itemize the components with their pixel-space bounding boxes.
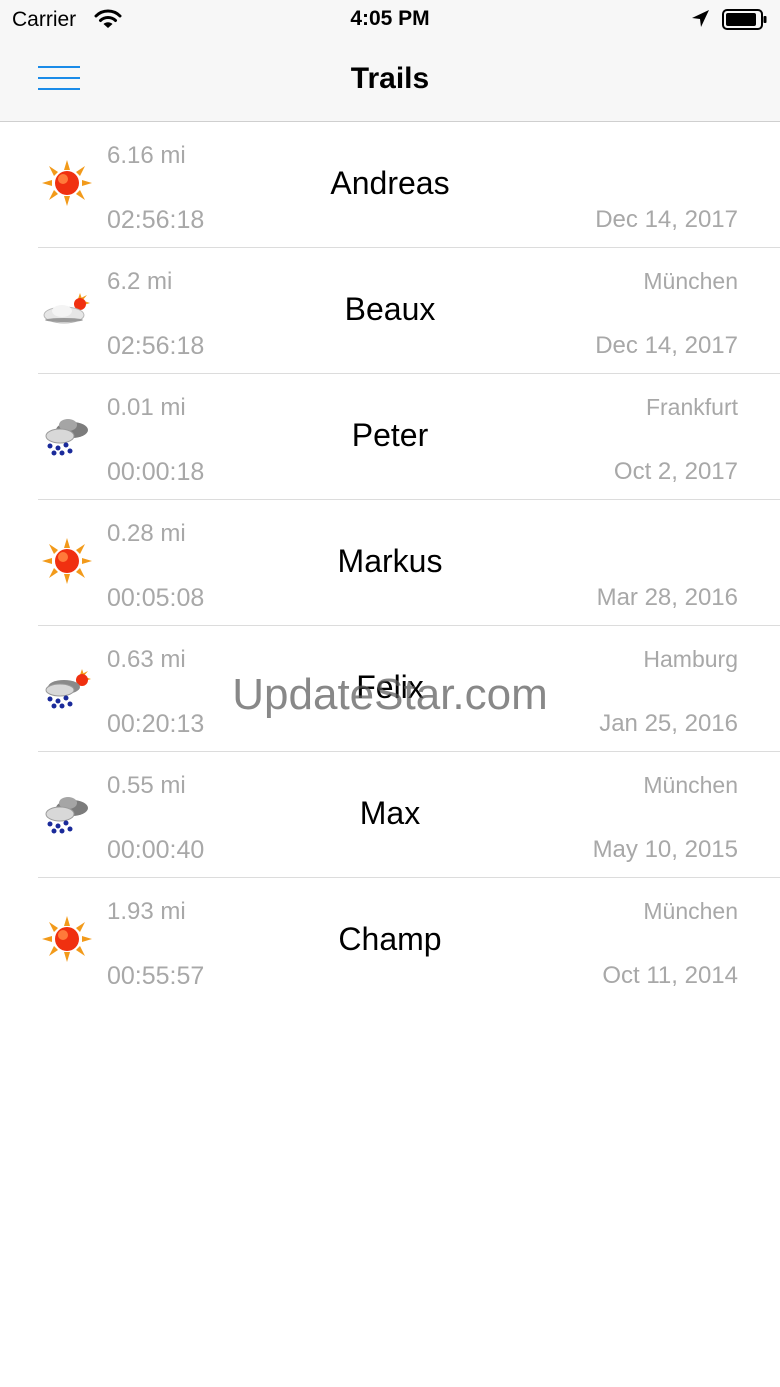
status-bar: Carrier 4:05 PM <box>0 0 780 40</box>
trail-date: Mar 28, 2016 <box>596 584 738 611</box>
trail-duration: 00:00:40 <box>107 836 205 864</box>
trail-city: München <box>643 772 738 798</box>
trail-city: München <box>643 268 738 294</box>
table-row[interactable]: 0.28 mi Markus 00:05:08 Mar 28, 2016 <box>0 500 780 626</box>
trail-name: Markus <box>337 543 443 579</box>
table-row[interactable]: 0.55 mi Max München 00:00:40 May 10, 201… <box>0 752 780 878</box>
table-row[interactable]: 6.16 mi Andreas 02:56:18 Dec 14, 2017 <box>0 122 780 248</box>
trail-date: Jan 25, 2016 <box>599 710 738 737</box>
location-arrow-icon <box>692 10 709 27</box>
trail-distance: 0.01 mi <box>107 394 186 421</box>
trail-city: Hamburg <box>643 646 738 672</box>
cloudy-sun-icon <box>43 293 90 324</box>
trail-duration: 02:56:18 <box>107 332 205 360</box>
trail-name: Max <box>359 795 421 831</box>
table-row[interactable]: 1.93 mi Champ München 00:55:57 Oct 11, 2… <box>0 878 780 1004</box>
trail-distance: 0.28 mi <box>107 520 186 547</box>
trail-duration: 00:05:08 <box>107 584 205 612</box>
status-time: 4:05 PM <box>350 7 430 30</box>
trail-name: Andreas <box>330 165 450 201</box>
sun-icon <box>42 160 92 206</box>
trail-distance: 0.63 mi <box>107 646 186 673</box>
trail-date: Oct 2, 2017 <box>613 458 738 485</box>
trail-name: Peter <box>351 417 429 453</box>
trail-distance: 6.2 mi <box>107 268 173 295</box>
navigation-bar: Trails <box>0 40 780 122</box>
trail-name: Beaux <box>344 291 436 327</box>
table-row[interactable]: 0.63 mi Felix Hamburg 00:20:13 Jan 25, 2… <box>0 626 780 752</box>
table-row[interactable]: 6.2 mi Beaux München 02:56:18 Dec 14, 20… <box>0 248 780 374</box>
trail-name: Champ <box>338 921 442 957</box>
page-title: Trails <box>350 62 430 95</box>
trail-duration: 02:56:18 <box>107 206 205 234</box>
trail-city: München <box>643 898 738 924</box>
sun-icon <box>42 916 92 962</box>
trail-duration: 00:00:18 <box>107 458 205 486</box>
trail-distance: 6.16 mi <box>107 142 186 169</box>
trail-city: Frankfurt <box>645 394 738 420</box>
trail-duration: 00:55:57 <box>107 962 205 990</box>
table-row[interactable]: 0.01 mi Peter Frankfurt 00:00:18 Oct 2, … <box>0 374 780 500</box>
battery-icon <box>722 9 767 30</box>
trail-duration: 00:20:13 <box>107 710 205 738</box>
trail-date: Oct 11, 2014 <box>602 962 738 989</box>
trail-date: Dec 14, 2017 <box>595 206 738 233</box>
trail-date: Dec 14, 2017 <box>595 332 738 359</box>
rain-cloud-icon <box>45 419 88 456</box>
rain-cloud-icon <box>45 797 88 834</box>
trail-name: Felix <box>356 669 424 705</box>
trails-list: 6.16 mi Andreas 02:56:18 Dec 14, 2017 6.… <box>0 122 780 1004</box>
trail-distance: 0.55 mi <box>107 772 186 799</box>
trail-distance: 1.93 mi <box>107 898 186 925</box>
rain-sun-icon <box>45 669 91 709</box>
sun-icon <box>42 538 92 584</box>
trail-date: May 10, 2015 <box>592 836 738 863</box>
